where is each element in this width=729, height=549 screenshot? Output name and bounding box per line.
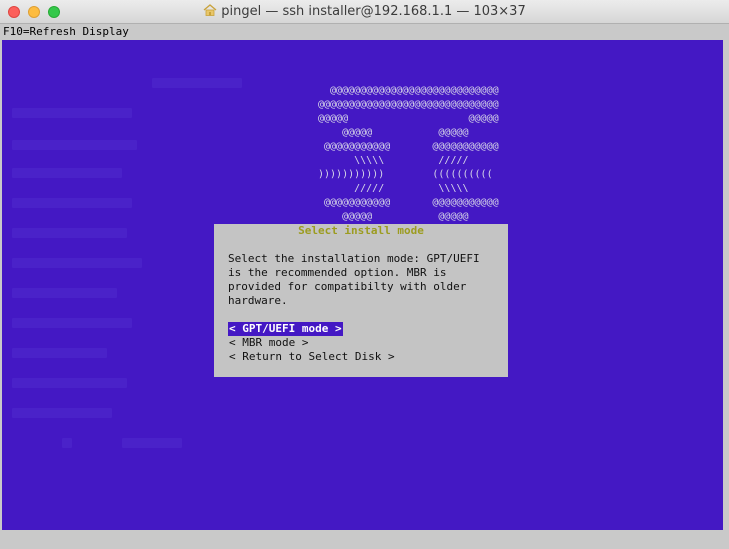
logo-line: @@@@@ @@@@@ <box>318 113 499 124</box>
logo-line: @@@@@@@@@@@@@@@@@@@@@@@@@@@@ <box>318 85 499 96</box>
logo-line: @@@@@@@@@@@ @@@@@@@@@@@ <box>318 141 499 152</box>
window-title: pingel — ssh installer@192.168.1.1 — 103… <box>221 4 526 19</box>
logo-line: ))))))))))) (((((((((( <box>318 169 493 180</box>
logo-line: @@@@@ @@@@@ <box>318 127 469 138</box>
ghost-text <box>12 168 122 178</box>
install-mode-menu: < GPT/UEFI mode > < MBR mode > < Return … <box>228 322 498 364</box>
ghost-text <box>12 198 132 208</box>
ghost-text <box>12 288 117 298</box>
window-title-wrapper: pingel — ssh installer@192.168.1.1 — 103… <box>0 4 729 19</box>
terminal-screen[interactable]: F10=Refresh Display @@@@@@@@@@@@@@@@@@@@… <box>0 24 729 549</box>
logo-line: @@@@@ @@@@@ <box>318 211 469 222</box>
return-to-select-disk-option[interactable]: < Return to Select Disk > <box>228 350 396 364</box>
ghost-text <box>12 228 127 238</box>
logo-line: ///// \\\\\ <box>318 183 469 194</box>
installer-background: @@@@@@@@@@@@@@@@@@@@@@@@@@@@ @@@@@@@@@@@… <box>2 40 723 530</box>
logo-line: @@@@@@@@@@@ @@@@@@@@@@@ <box>318 197 499 208</box>
home-folder-icon <box>203 4 217 16</box>
status-bar <box>0 530 729 549</box>
terminal-window: pingel — ssh installer@192.168.1.1 — 103… <box>0 0 729 549</box>
ghost-text <box>12 378 127 388</box>
ghost-text <box>12 348 107 358</box>
install-mode-dialog: Select install mode Select the installat… <box>214 224 508 377</box>
ghost-text <box>12 140 137 150</box>
gpt-uefi-mode-option[interactable]: < GPT/UEFI mode > <box>228 322 343 336</box>
logo-line: \\\\\ ///// <box>318 155 469 166</box>
mbr-mode-option[interactable]: < MBR mode > <box>228 336 309 350</box>
title-bar[interactable]: pingel — ssh installer@192.168.1.1 — 103… <box>0 0 729 24</box>
ghost-text <box>62 438 72 448</box>
dialog-description: Select the installation mode: GPT/UEFI i… <box>228 252 480 307</box>
logo-line: @@@@@@@@@@@@@@@@@@@@@@@@@@@@@@ <box>318 99 499 110</box>
dialog-title: Select install mode <box>298 224 424 237</box>
ghost-text <box>12 108 132 118</box>
ghost-text <box>12 318 132 328</box>
function-key-bar: F10=Refresh Display <box>0 24 729 40</box>
ghost-text <box>12 408 112 418</box>
ghost-text <box>122 438 182 448</box>
ghost-text <box>12 258 142 268</box>
ghost-text <box>152 78 242 88</box>
